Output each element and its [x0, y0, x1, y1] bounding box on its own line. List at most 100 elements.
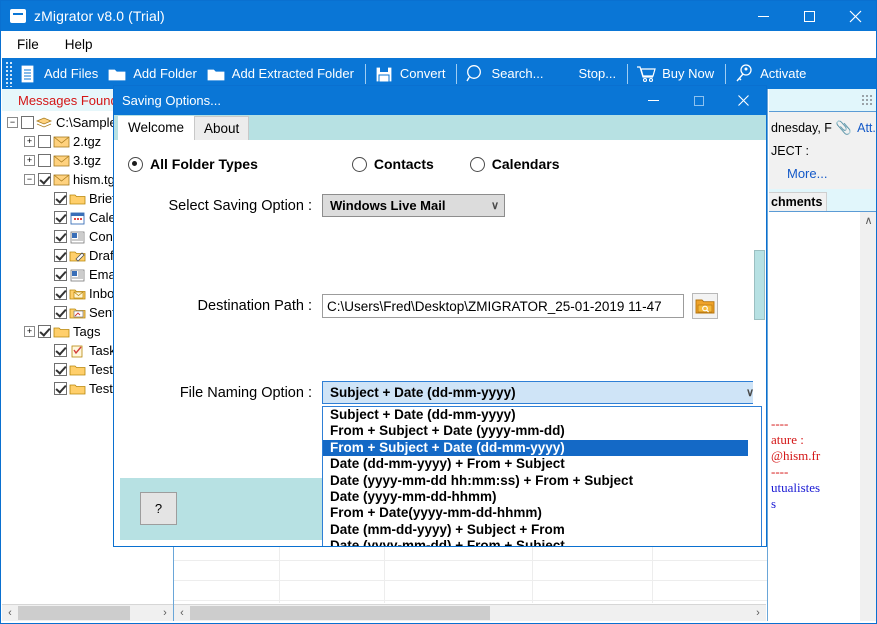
- toolbar-activate[interactable]: Activate: [731, 60, 812, 88]
- radio-all-folder-types[interactable]: All Folder Types: [128, 156, 258, 172]
- toolbar-add-extracted-folder[interactable]: Add Extracted Folder: [203, 60, 360, 88]
- tree-item-label: Tags: [73, 324, 101, 339]
- toolbar-search-label: Search...: [491, 66, 544, 81]
- shopping-cart-icon: [635, 63, 657, 85]
- scroll-left-icon[interactable]: ‹: [174, 607, 190, 619]
- toolbar-stop[interactable]: Stop...: [549, 60, 622, 88]
- radio-icon[interactable]: [351, 156, 367, 172]
- center-panel-hscrollbar[interactable]: ‹ ›: [174, 604, 766, 621]
- no-expander-icon: [40, 345, 51, 356]
- tab-about[interactable]: About: [194, 116, 250, 140]
- close-button[interactable]: [832, 1, 876, 31]
- file-naming-label: File Naming Option :: [179, 384, 312, 401]
- tree-checkbox[interactable]: [54, 192, 67, 205]
- toolbar-convert[interactable]: Convert: [371, 60, 452, 88]
- tab-welcome[interactable]: Welcome: [118, 116, 195, 140]
- file-naming-dropdown[interactable]: Subject + Date (dd-mm-yyyy) ∨: [322, 381, 761, 404]
- tree-checkbox[interactable]: [54, 287, 67, 300]
- menu-file[interactable]: File: [6, 34, 50, 55]
- tree-checkbox[interactable]: [54, 230, 67, 243]
- maximize-button[interactable]: [786, 1, 832, 31]
- folder-icon: [69, 382, 86, 396]
- toolbar-separator: [627, 63, 629, 84]
- tree-checkbox[interactable]: [38, 154, 51, 167]
- no-expander-icon: [40, 383, 51, 394]
- tree-checkbox[interactable]: [54, 363, 67, 376]
- scroll-left-icon[interactable]: ‹: [2, 607, 18, 619]
- saving-option-value: Windows Live Mail: [330, 198, 446, 213]
- tree-checkbox[interactable]: [54, 306, 67, 319]
- menu-help[interactable]: Help: [54, 34, 104, 55]
- toolbar-activate-label: Activate: [760, 66, 807, 81]
- scroll-track[interactable]: [190, 605, 750, 622]
- scroll-up-icon[interactable]: ∧: [864, 212, 872, 229]
- scroll-thumb[interactable]: [754, 250, 765, 320]
- radio-icon[interactable]: [469, 156, 485, 172]
- expand-icon[interactable]: +: [24, 326, 35, 337]
- tree-checkbox[interactable]: [54, 249, 67, 262]
- window-controls: [740, 1, 876, 31]
- toolbar-buy-now[interactable]: Buy Now: [633, 60, 720, 88]
- radio-calendars-label: Calendars: [491, 156, 560, 172]
- toolbar-add-files[interactable]: Add Files: [15, 60, 104, 88]
- tree-checkbox[interactable]: [54, 344, 67, 357]
- tree-checkbox[interactable]: [54, 268, 67, 281]
- scroll-thumb[interactable]: [190, 605, 490, 620]
- tree-checkbox[interactable]: [38, 173, 51, 186]
- toolbar-add-folder[interactable]: Add Folder: [104, 60, 203, 88]
- left-panel-hscrollbar[interactable]: ‹ ›: [2, 604, 173, 621]
- saving-option-dropdown[interactable]: Windows Live Mail ∨: [322, 194, 505, 217]
- toolbar-buy-now-label: Buy Now: [662, 66, 715, 81]
- resize-grip-icon[interactable]: [861, 94, 873, 106]
- destination-path-input[interactable]: C:\Users\Fred\Desktop\ZMIGRATOR_25-01-20…: [322, 294, 684, 318]
- collapse-icon[interactable]: −: [7, 117, 18, 128]
- dropdown-option[interactable]: Date (yyyy-mm-dd) + From + Subject: [323, 538, 761, 546]
- tree-checkbox[interactable]: [38, 325, 51, 338]
- tree-checkbox[interactable]: [21, 116, 34, 129]
- radio-contacts-label: Contacts: [373, 156, 434, 172]
- radio-calendars[interactable]: Calendars: [469, 156, 560, 172]
- calendar-icon: [69, 211, 86, 225]
- dropdown-option[interactable]: Date (yyyy-mm-dd hh:mm:ss) + From + Subj…: [323, 473, 761, 489]
- scroll-right-icon[interactable]: ›: [157, 607, 173, 619]
- dropdown-option-selected[interactable]: From + Subject + Date (dd-mm-yyyy): [323, 439, 761, 457]
- tab-attachments[interactable]: chments: [769, 192, 828, 211]
- dialog-maximize-button[interactable]: [676, 86, 721, 115]
- dropdown-option[interactable]: Subject + Date (dd-mm-yyyy): [323, 407, 761, 423]
- dropdown-option[interactable]: From + Date(yyyy-mm-dd-hhmm): [323, 505, 761, 521]
- toolbar-grip[interactable]: [4, 60, 13, 87]
- dropdown-option[interactable]: From + Subject + Date (yyyy-mm-dd): [323, 423, 761, 439]
- radio-icon[interactable]: [128, 156, 143, 172]
- scroll-right-icon[interactable]: ›: [750, 607, 766, 619]
- attachments-link[interactable]: Att...: [857, 121, 876, 135]
- expand-icon[interactable]: +: [24, 136, 35, 147]
- scroll-thumb[interactable]: [18, 605, 130, 620]
- dialog-minimize-button[interactable]: [631, 86, 676, 115]
- dropdown-option[interactable]: Date (dd-mm-yyyy) + From + Subject: [323, 456, 761, 472]
- tree-item-label: Test: [89, 362, 113, 377]
- file-naming-dropdown-list[interactable]: Subject + Date (dd-mm-yyyy) From + Subje…: [322, 406, 762, 546]
- application-window: zMigrator v8.0 (Trial) File Help Add Fil…: [0, 0, 877, 624]
- radio-contacts[interactable]: Contacts: [351, 156, 434, 172]
- toolbar-search[interactable]: Search...: [462, 60, 549, 88]
- expand-icon[interactable]: +: [24, 155, 35, 166]
- dropdown-option[interactable]: Date (yyyy-mm-dd-hhmm): [323, 489, 761, 505]
- dialog-close-button[interactable]: [721, 86, 766, 115]
- preview-vscrollbar[interactable]: ∧ ∨: [860, 212, 876, 621]
- tree-checkbox[interactable]: [38, 135, 51, 148]
- chevron-down-icon[interactable]: ∨: [486, 199, 504, 212]
- saving-option-label: Select Saving Option :: [168, 197, 312, 214]
- key-icon: [733, 63, 755, 85]
- browse-folder-button[interactable]: [692, 293, 718, 319]
- dropdown-vscrollbar[interactable]: [748, 407, 761, 546]
- tree-checkbox[interactable]: [54, 211, 67, 224]
- minimize-button[interactable]: [740, 1, 786, 31]
- dropdown-option[interactable]: Date (mm-dd-yyyy) + Subject + From: [323, 522, 761, 538]
- help-button[interactable]: ?: [140, 492, 177, 525]
- dialog-window-controls: [631, 86, 766, 115]
- preview-tabstrip: chments: [769, 189, 876, 211]
- tree-checkbox[interactable]: [54, 382, 67, 395]
- scroll-track[interactable]: [18, 605, 157, 622]
- more-link[interactable]: More...: [769, 158, 876, 181]
- collapse-icon[interactable]: −: [24, 174, 35, 185]
